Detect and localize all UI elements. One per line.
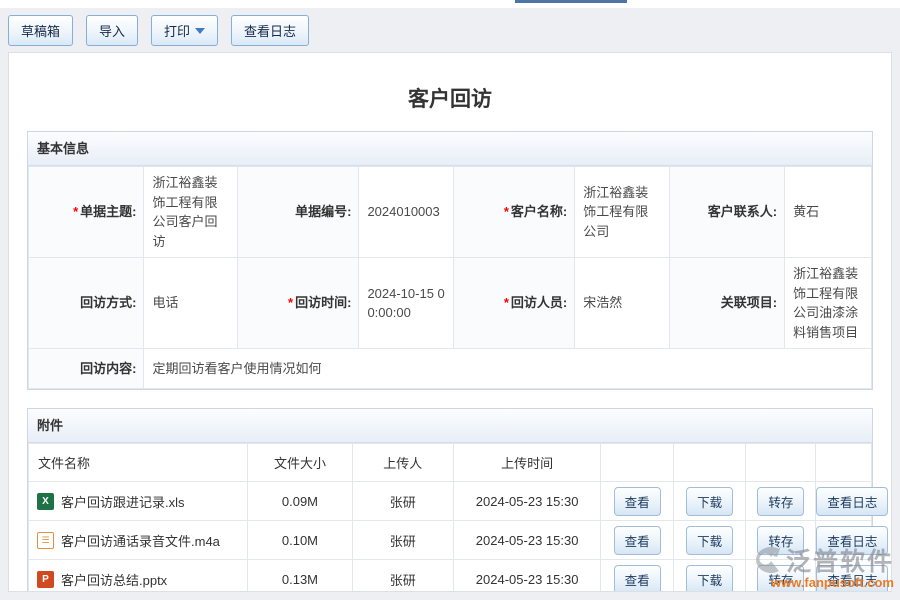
page-title: 客户回访 [9,53,891,107]
uploader: 张研 [352,521,453,560]
view-log-button[interactable]: 查看日志 [231,15,309,46]
attachment-row: 客户回访跟进记录.xls 0.09M 张研 2024-05-23 15:30 查… [29,482,872,521]
print-button-label: 打印 [164,21,190,40]
transfer-file-button[interactable]: 转存 [757,526,804,555]
field-value-visit-time: 2024-10-15 00:00:00 [359,258,453,349]
file-name: 客户回访总结.pptx [61,570,167,589]
column-header-uploader: 上传人 [352,444,453,482]
attachments-section-header: 附件 [28,409,872,443]
field-label-visit-time: *回访时间: [238,258,359,349]
field-value-doc-number: 2024010003 [359,167,453,258]
upload-time: 2024-05-23 15:30 [453,482,601,521]
field-label-doc-subject: *单据主题: [29,167,144,258]
field-value-visit-content: 定期回访看客户使用情况如何 [144,349,872,389]
view-log-button-label: 查看日志 [244,21,296,40]
view-file-button[interactable]: 查看 [614,565,661,593]
field-value-doc-subject: 浙江裕鑫装饰工程有限公司客户回访 [144,167,238,258]
toolbar: 草稿箱 导入 打印 查看日志 [0,8,900,52]
column-header-file-name: 文件名称 [29,444,248,482]
attachment-row: 客户回访通话录音文件.m4a 0.10M 张研 2024-05-23 15:30… [29,521,872,560]
main-panel: 客户回访 基本信息 *单据主题: 浙江裕鑫装饰工程有限公司客户回访 单据编号: … [8,52,892,592]
view-file-button[interactable]: 查看 [614,526,661,555]
field-label-customer-contact: 客户联系人: [669,167,784,258]
column-header-action-4 [816,444,872,482]
column-header-file-size: 文件大小 [248,444,353,482]
file-size: 0.09M [248,482,353,521]
attachments-table: 文件名称 文件大小 上传人 上传时间 客户回访跟进记录.xls 0.09M 张研 [28,443,872,592]
basic-info-table: *单据主题: 浙江裕鑫装饰工程有限公司客户回访 单据编号: 2024010003… [28,166,872,389]
field-value-related-project: 浙江裕鑫装饰工程有限公司油漆涂料销售项目 [785,258,872,349]
field-label-customer-name: *客户名称: [453,167,574,258]
file-name: 客户回访跟进记录.xls [61,492,185,511]
active-tab-indicator [515,0,627,3]
excel-file-icon [37,493,54,510]
top-strip [0,0,900,8]
attachment-row: 客户回访总结.pptx 0.13M 张研 2024-05-23 15:30 查看… [29,560,872,593]
view-file-log-button[interactable]: 查看日志 [816,565,888,593]
required-asterisk: * [288,295,293,310]
basic-info-section-header: 基本信息 [28,132,872,166]
upload-time: 2024-05-23 15:30 [453,521,601,560]
field-label-visit-method: 回访方式: [29,258,144,349]
field-label-doc-number: 单据编号: [238,167,359,258]
attachments-section-title: 附件 [37,418,63,433]
file-name: 客户回访通话录音文件.m4a [61,531,220,550]
field-label-related-project: 关联项目: [669,258,784,349]
file-size: 0.13M [248,560,353,593]
uploader: 张研 [352,482,453,521]
audio-file-icon [37,532,54,549]
required-asterisk: * [504,295,509,310]
column-header-action-3 [746,444,816,482]
import-button-label: 导入 [99,21,125,40]
field-value-customer-contact: 黄石 [785,167,872,258]
upload-time: 2024-05-23 15:30 [453,560,601,593]
column-header-upload-time: 上传时间 [453,444,601,482]
column-header-action-2 [673,444,745,482]
download-file-button[interactable]: 下载 [686,565,733,593]
powerpoint-file-icon [37,571,54,588]
required-asterisk: * [504,204,509,219]
download-file-button[interactable]: 下载 [686,487,733,516]
column-header-action-1 [601,444,673,482]
field-value-visit-person: 宋浩然 [575,258,669,349]
field-value-customer-name: 浙江裕鑫装饰工程有限公司 [575,167,669,258]
field-label-visit-content: 回访内容: [29,349,144,389]
import-button[interactable]: 导入 [86,15,138,46]
draftbox-button-label: 草稿箱 [21,21,60,40]
view-file-log-button[interactable]: 查看日志 [816,526,888,555]
view-file-log-button[interactable]: 查看日志 [816,487,888,516]
required-asterisk: * [73,204,78,219]
transfer-file-button[interactable]: 转存 [757,487,804,516]
basic-info-section-title: 基本信息 [37,141,89,156]
basic-info-section: 基本信息 *单据主题: 浙江裕鑫装饰工程有限公司客户回访 单据编号: 20240… [27,131,873,390]
print-button[interactable]: 打印 [151,15,218,46]
uploader: 张研 [352,560,453,593]
transfer-file-button[interactable]: 转存 [757,565,804,593]
field-value-visit-method: 电话 [144,258,238,349]
attachments-section: 附件 文件名称 文件大小 上传人 上传时间 客 [27,408,873,592]
download-file-button[interactable]: 下载 [686,526,733,555]
dropdown-caret-icon [195,28,205,34]
field-label-visit-person: *回访人员: [453,258,574,349]
file-size: 0.10M [248,521,353,560]
draftbox-button[interactable]: 草稿箱 [8,15,73,46]
view-file-button[interactable]: 查看 [614,487,661,516]
